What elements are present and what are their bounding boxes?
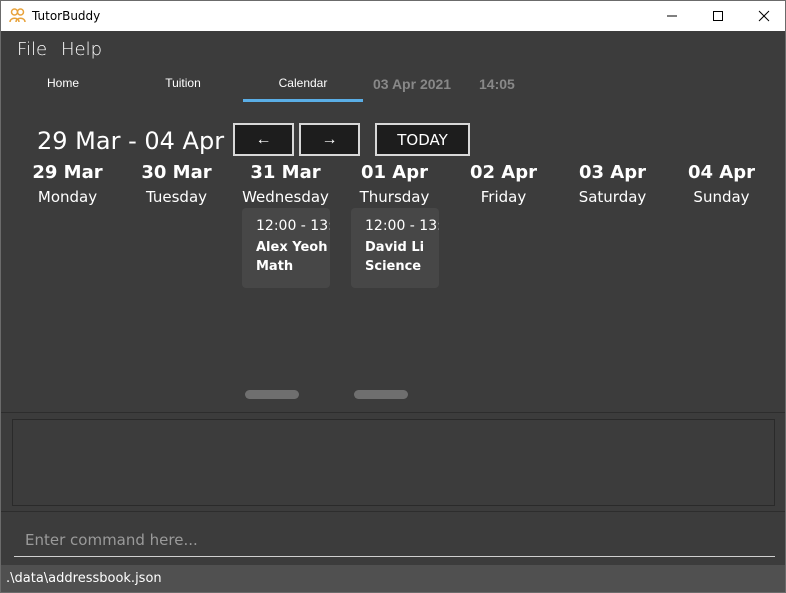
lesson-card[interactable]: 12:00 - 13:30 Alex Yeoh Math (242, 208, 330, 288)
command-input[interactable] (14, 524, 775, 557)
day-column-tuesday: 30 Mar Tuesday (122, 161, 231, 209)
horizontal-scrollbar-thumb[interactable] (354, 390, 408, 399)
tab-calendar[interactable]: Calendar (243, 67, 363, 102)
day-column-thursday: 01 Apr Thursday (340, 161, 449, 209)
week-range: 29 Mar - 04 Apr (37, 127, 225, 155)
lesson-student: David Li (365, 240, 425, 255)
command-pane (1, 511, 785, 563)
day-date: 30 Mar (141, 162, 212, 183)
lesson-card[interactable]: 12:00 - 13:30 David Li Science (351, 208, 439, 288)
day-date: 04 Apr (687, 162, 755, 183)
menu-bar: File Help (1, 31, 785, 67)
current-date: 03 Apr 2021 (373, 76, 452, 92)
day-date: 01 Apr (360, 162, 428, 183)
current-time: 14:05 (479, 76, 515, 92)
status-bar: .\data\addressbook.json (1, 565, 785, 592)
today-button[interactable]: TODAY (375, 123, 470, 156)
maximize-button[interactable] (695, 1, 741, 31)
day-name: Tuesday (145, 188, 208, 206)
users-icon (9, 8, 26, 23)
previous-week-button[interactable]: ← (233, 123, 294, 156)
day-name: Monday (37, 188, 98, 206)
lesson-time: 12:00 - 13:30 (365, 218, 439, 234)
lesson-student: Alex Yeoh (256, 240, 328, 255)
tab-tuition[interactable]: Tuition (123, 67, 243, 102)
day-column-monday: 29 Mar Monday (13, 161, 122, 209)
save-location: .\data\addressbook.json (6, 571, 162, 586)
day-date: 03 Apr (578, 162, 646, 183)
lesson-time: 12:00 - 13:30 (256, 218, 330, 234)
menu-file[interactable]: File (17, 39, 47, 60)
day-name: Sunday (693, 188, 750, 206)
title-bar: TutorBuddy (1, 1, 785, 31)
day-name: Thursday (359, 188, 430, 206)
window-title: TutorBuddy (32, 9, 101, 23)
day-date: 29 Mar (32, 162, 103, 183)
result-pane (1, 412, 785, 511)
day-date: 31 Mar (250, 162, 321, 183)
day-column-sunday: 04 Apr Sunday (667, 161, 776, 209)
tab-bar: Home Tuition Calendar 03 Apr 2021 14:05 (1, 67, 785, 103)
day-name: Wednesday (242, 188, 329, 206)
tab-home[interactable]: Home (3, 67, 123, 102)
day-name: Friday (480, 188, 527, 206)
lesson-subject: Science (365, 259, 422, 274)
close-button[interactable] (741, 1, 786, 31)
day-column-saturday: 03 Apr Saturday (558, 161, 667, 209)
app-window: TutorBuddy File Help Home Tuition Calend… (0, 0, 786, 593)
menu-help[interactable]: Help (61, 39, 102, 60)
day-column-friday: 02 Apr Friday (449, 161, 558, 209)
day-column-wednesday: 31 Mar Wednesday (231, 161, 340, 209)
day-date: 02 Apr (469, 162, 537, 183)
minimize-button[interactable] (649, 1, 695, 31)
result-display (12, 419, 775, 506)
day-name: Saturday (578, 188, 647, 206)
next-week-button[interactable]: → (299, 123, 360, 156)
horizontal-scrollbar-thumb[interactable] (245, 390, 299, 399)
lesson-subject: Math (256, 259, 294, 274)
